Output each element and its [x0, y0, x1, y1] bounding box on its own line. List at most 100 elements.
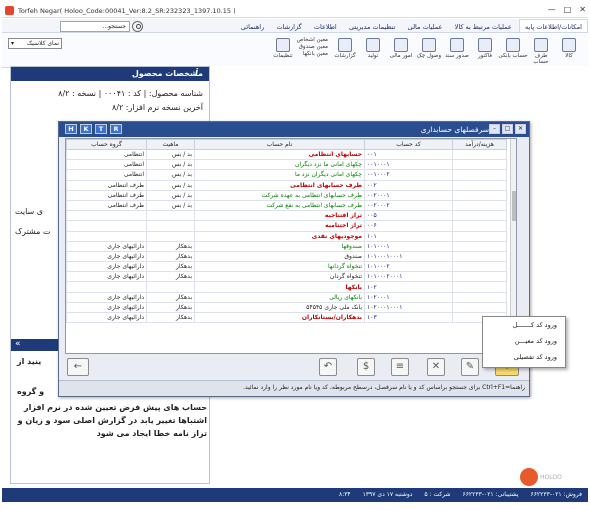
lang-k-button[interactable]: K [80, 124, 92, 134]
col-name[interactable]: نام حساب [194, 139, 365, 150]
lang-t-button[interactable]: T [95, 124, 107, 134]
invoice-button[interactable]: فاکتور [470, 36, 500, 66]
nature-cell: بدهکار [146, 261, 195, 273]
goods-button[interactable]: کالا [554, 36, 584, 66]
group-cell: دارائیهای جاری [66, 271, 147, 283]
window-controls: — □ ✕ [548, 5, 586, 14]
col-expense-income[interactable]: هزینه/درآمد [452, 139, 507, 150]
financial-affairs-button[interactable]: امور مالی [386, 36, 416, 66]
tab-financial-ops[interactable]: عملیات مالی [403, 20, 448, 33]
table-row[interactable]: دارائیهای جاری بدهکار بانکهای ریالی ۱۰۲۰۰۰۱ [66, 291, 507, 303]
collapse-icon[interactable]: « [15, 339, 21, 349]
group-cell: دارائیهای جاری [66, 291, 147, 303]
group-cell: انتظامی [66, 148, 147, 161]
tab-management-settings[interactable]: تنظیمات مدیریتی [344, 20, 400, 33]
group-cell: طرف انتظامی [66, 189, 147, 201]
table-row[interactable]: انتظامی بد / بس چکهای امانی دیگران نزد ما ۰… [66, 169, 507, 181]
tab-reports[interactable]: گزارشات [271, 20, 306, 33]
status-company: شرکت : ۵ [424, 491, 451, 498]
partial-text: ت مشترک [15, 227, 51, 236]
search-icon[interactable] [132, 21, 143, 32]
tab-help[interactable]: راهنمائی [236, 20, 269, 33]
name-cell: چکهای امانی ما نزد دیگران [194, 159, 365, 171]
lang-h-button[interactable]: H [65, 124, 77, 134]
table-row[interactable]: انتظامی بد / بس حسابهای انتظامی ۰۰۱ [66, 148, 507, 161]
nature-cell: بدهکار [146, 311, 195, 324]
tab-information[interactable]: اطلاعات [309, 20, 342, 33]
table-row[interactable]: طرف انتظامی بد / بس طرف حسابهای انتظامی به… [66, 199, 507, 212]
name-cell: بدهکاران/بستانکاران [194, 311, 365, 324]
col-code[interactable]: کد حساب [364, 139, 453, 150]
accounts-table: گروه حساب ماهیت نام حساب کد حساب هزینه/د… [66, 139, 507, 324]
table-row[interactable]: دارائیهای جاری بدهکار صندوق ۱۰۱۰۰۰۱۰۰۰۱ [66, 250, 507, 263]
scroll-thumb[interactable] [512, 191, 516, 221]
menu-item-general-code[interactable]: ورود کد کـــــــل [483, 317, 565, 333]
table-row[interactable]: دارائیهای جاری بدهکار بانک ملی جاری ۵۴۵۴۵ ۱… [66, 301, 507, 314]
table-row[interactable]: انتظامی بد / بس چکهای امانی ما نزد دیگران ۰… [66, 159, 507, 171]
dialog-maximize-button[interactable]: □ [502, 124, 513, 134]
undo-icon[interactable]: ↶ [319, 358, 337, 376]
tab-goods-ops[interactable]: عملیات مرتبط به کالا [450, 20, 517, 33]
table-row[interactable]: تراز اختتامیه ۰۰۶ [66, 220, 507, 232]
dialog-minimize-button[interactable]: – [489, 124, 500, 134]
col-group[interactable]: گروه حساب [66, 139, 147, 150]
group-cell: انتظامی [66, 159, 147, 171]
production-button[interactable]: تولید [358, 36, 388, 66]
status-support-phone: پشتیبانی: ۰۲۱-۶۶۲۲۳۳ [462, 491, 519, 498]
bank-account-button[interactable]: حساب بانکی [498, 36, 528, 66]
menu-item-detail-code[interactable]: ورود کد تفصیلی [483, 349, 565, 365]
group-cell: دارائیهای جاری [66, 250, 147, 263]
menu-item-ledger-code[interactable]: ورود کد معیـــن [483, 333, 565, 349]
nature-cell: بد / بس [146, 148, 195, 161]
delete-icon[interactable]: ✕ [427, 358, 445, 376]
table-row[interactable]: طرف انتظامی بد / بس طرف حسابهای انتظامی به… [66, 189, 507, 201]
expense-income-cell [452, 179, 507, 191]
tab-basic-info[interactable]: امکانات/اطلاعات پایه [519, 19, 588, 32]
group-cell [66, 210, 147, 222]
document-icon [450, 38, 464, 52]
minimize-button[interactable]: — [548, 5, 556, 14]
table-row[interactable]: موجودیهای نقدی ۱۰۱ [66, 230, 507, 242]
expense-income-cell [452, 281, 507, 293]
table-row[interactable]: دارائیهای جاری بدهکار بدهکاران/بستانکاران ۱… [66, 311, 507, 324]
nature-cell [146, 210, 195, 222]
nature-cell [146, 230, 195, 242]
issue-voucher-button[interactable]: صدور سند [442, 36, 472, 66]
reports-button[interactable]: گزارشات [330, 36, 360, 66]
col-nature[interactable]: ماهیت [146, 139, 195, 150]
group-cell [66, 220, 147, 232]
lang-r-button[interactable]: R [110, 124, 122, 134]
expense-income-cell [452, 261, 507, 273]
code-cell: ۱۰۱۰۰۰۱ [364, 240, 453, 252]
settings-button[interactable]: تنظیمات [268, 36, 298, 66]
cheque-collection-button[interactable]: وصول چک [414, 36, 444, 66]
table-row[interactable]: تراز افتتاحیه ۰۰۵ [66, 210, 507, 222]
nature-cell: بد / بس [146, 199, 195, 212]
table-row[interactable]: بانکها ۱۰۲ [66, 281, 507, 293]
table-row[interactable]: دارائیهای جاری بدهکار تنخواه گردان ۱۰۱۰۰۰۲۰… [66, 271, 507, 283]
title-bar: Torfeh Negar( Holoo_Code:00041_Ver:8.2_S… [2, 4, 588, 18]
search-input[interactable]: جستجو... [60, 21, 130, 32]
table-row[interactable]: دارائیهای جاری بدهکار صندوقها ۱۰۱۰۰۰۱ [66, 240, 507, 252]
group-cell [66, 281, 147, 293]
name-cell: بانک ملی جاری ۵۴۵۴۵ [194, 301, 365, 314]
code-cell: ۱۰۲ [364, 281, 453, 293]
name-cell: صندوقها [194, 240, 365, 252]
party-button[interactable]: طرف حساب [526, 36, 556, 66]
nature-cell: بد / بس [146, 179, 195, 191]
accounts-grid[interactable]: گروه حساب ماهیت نام حساب کد حساب هزینه/د… [65, 138, 517, 354]
calculator-icon [394, 38, 408, 52]
table-row[interactable]: طرف انتظامی بد / بس طرف حسابهای انتظامی ۰۰۲ [66, 179, 507, 191]
table-row[interactable]: دارائیهای جاری بدهکار تنخواه گردانها ۱۰۱۰۰۰… [66, 261, 507, 273]
edit-icon[interactable]: ✎ [461, 358, 479, 376]
code-cell: ۱۰۱۰۰۰۲ [364, 261, 453, 273]
report-icon[interactable]: ≡ [391, 358, 409, 376]
nature-cell: بد / بس [146, 159, 195, 171]
dialog-close-button[interactable]: ✕ [515, 124, 526, 134]
coin-icon[interactable]: $ [357, 358, 375, 376]
box-icon [562, 38, 576, 52]
back-arrow-icon[interactable]: ← [67, 358, 89, 376]
theme-select[interactable]: نمای کلاسیک ▾ [8, 38, 62, 49]
maximize-button[interactable]: □ [564, 5, 572, 14]
close-button[interactable]: ✕ [579, 5, 586, 14]
